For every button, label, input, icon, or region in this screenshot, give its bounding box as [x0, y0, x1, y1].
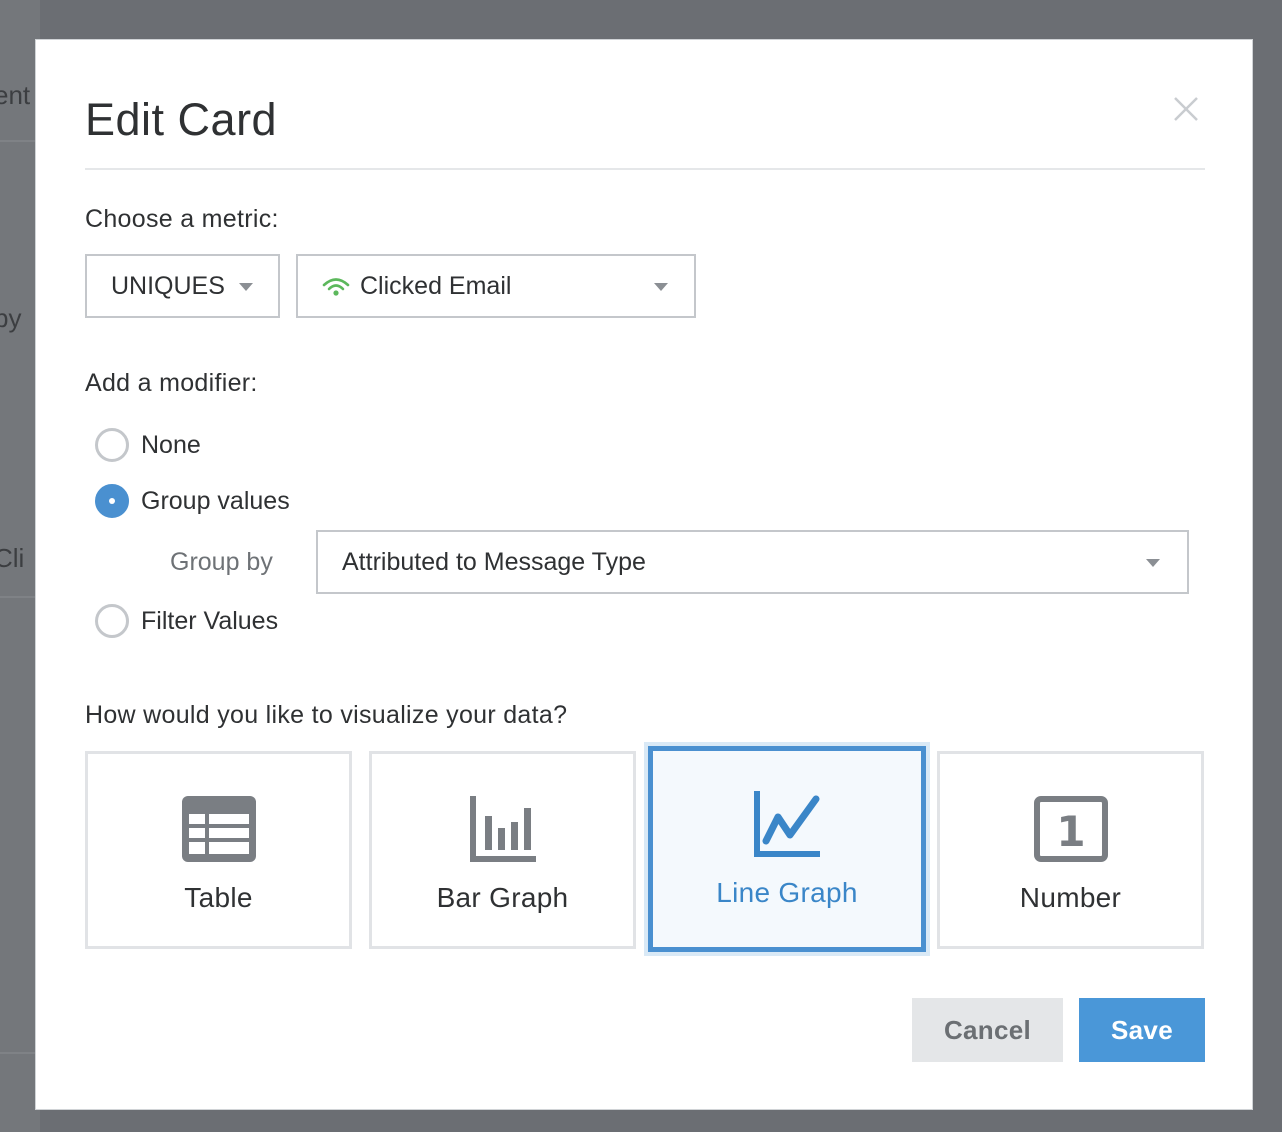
background-divider — [0, 140, 40, 142]
save-button[interactable]: Save — [1079, 998, 1205, 1062]
chevron-down-icon — [1146, 559, 1160, 567]
edit-card-modal: Edit Card Choose a metric: UNIQUES Click… — [35, 39, 1253, 1110]
chevron-down-icon — [654, 283, 668, 291]
background-divider — [0, 596, 40, 598]
viz-option-label: Number — [1019, 882, 1122, 913]
background-text: Cli — [0, 543, 25, 573]
group-by-select[interactable]: Attributed to Message Type — [316, 530, 1189, 594]
viz-option-line-graph[interactable]: Line Graph — [648, 746, 926, 952]
group-by-value: Attributed to Message Type — [342, 547, 646, 576]
close-icon — [1174, 97, 1198, 121]
background-divider — [0, 1052, 40, 1054]
svg-text:1: 1 — [1056, 807, 1085, 856]
title-divider — [85, 168, 1205, 170]
viz-option-table[interactable]: Table — [85, 751, 352, 949]
chevron-down-icon — [239, 283, 253, 291]
radio-button[interactable] — [95, 604, 129, 638]
viz-option-label: Line Graph — [716, 877, 858, 908]
viz-option-number[interactable]: 1 Number — [937, 751, 1204, 949]
aggregation-value: UNIQUES — [111, 271, 225, 300]
modal-title: Edit Card — [85, 94, 278, 145]
line-graph-icon — [754, 791, 820, 857]
radio-button[interactable] — [95, 428, 129, 462]
background-text: ent — [0, 80, 31, 110]
aggregation-select[interactable]: UNIQUES — [85, 254, 280, 318]
cancel-button[interactable]: Cancel — [912, 998, 1063, 1062]
background-page: ent by Cli — [0, 0, 40, 1132]
close-button[interactable] — [1170, 93, 1202, 125]
bar-graph-icon — [469, 796, 536, 862]
radio-label: Group values — [141, 486, 290, 515]
radio-button[interactable] — [95, 484, 129, 518]
viz-option-label: Table — [184, 882, 253, 913]
background-text: by — [0, 303, 22, 333]
visualization-section-label: How would you like to visualize your dat… — [85, 701, 568, 729]
wifi-signal-icon — [322, 278, 350, 296]
modifier-option-group-values[interactable]: Group values — [95, 484, 290, 518]
metric-section-label: Choose a metric: — [85, 205, 279, 233]
radio-label: None — [141, 430, 201, 459]
group-by-label: Group by — [170, 548, 273, 576]
radio-label: Filter Values — [141, 606, 279, 635]
number-icon: 1 — [1033, 796, 1108, 862]
table-icon — [181, 796, 256, 862]
metric-event-value: Clicked Email — [360, 271, 512, 300]
metric-event-select[interactable]: Clicked Email — [296, 254, 696, 318]
viz-option-label: Bar Graph — [436, 882, 569, 913]
modifier-option-filter-values[interactable]: Filter Values — [95, 604, 278, 638]
viz-option-bar-graph[interactable]: Bar Graph — [369, 751, 636, 949]
modifier-option-none[interactable]: None — [95, 428, 201, 462]
modifier-section-label: Add a modifier: — [85, 369, 258, 397]
